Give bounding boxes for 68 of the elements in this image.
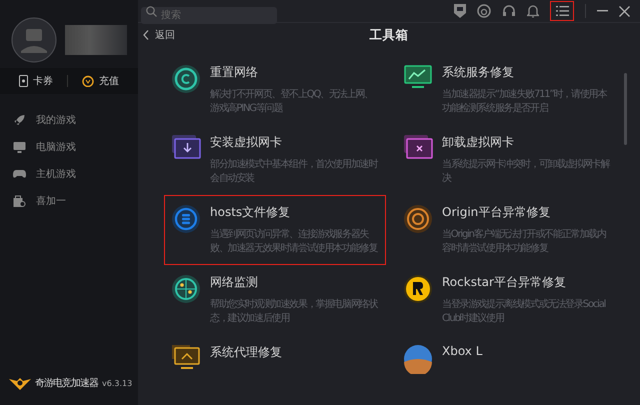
- refresh-circle-icon: [171, 64, 201, 94]
- tool-item[interactable]: hosts文件修复 当遇到网页访问异常、连接游戏服务器失败、加速器无效果时请尝试使用本功能修复: [164, 195, 386, 265]
- tool-item[interactable]: 网络监测 帮助您实时观测加速效果，掌握电脑网络状态，建议加速后使用: [164, 265, 386, 335]
- chevron-left-icon: [143, 30, 149, 40]
- avatar-icon[interactable]: [11, 17, 57, 63]
- menu-icon: [556, 6, 568, 16]
- tool-description: 当系统提示网卡冲突时，可卸载虚拟网卡解决: [442, 158, 611, 186]
- tool-description: 当登录游戏提示离线模式或无法登录Social Club时建议使用: [442, 298, 606, 326]
- letter-logo-icon: [403, 274, 433, 304]
- download-card-icon: [171, 134, 201, 160]
- tool-title: 网络监测: [210, 274, 259, 291]
- monitor-icon: [171, 344, 201, 372]
- radar-icon: [171, 274, 201, 304]
- tool-item[interactable]: 安装虚拟网卡 部分加速模式中基本组件，首次使用加速时会自动安装: [164, 125, 386, 195]
- tool-item[interactable]: Origin平台异常修复 当Origin客户端无法打开或不能正常加载内容时请尝试使用本功能修复: [396, 195, 618, 265]
- tool-title: Xbox L: [442, 344, 482, 358]
- page-title: 工具箱: [370, 26, 408, 44]
- tool-description: 解决打不开网页、登不上QQ、无法上网、游戏高PING等问题: [210, 88, 374, 116]
- nav-item[interactable]: 主机游戏: [13, 165, 138, 183]
- tool-title: 系统代理修复: [210, 344, 282, 361]
- wallet-button[interactable]: 卡券: [19, 74, 53, 88]
- game-cover-placeholder: [403, 344, 433, 374]
- monitor-icon: [13, 142, 26, 152]
- tool-description: 当遇到网页访问异常、连接游戏服务器失败、加速器无效果时请尝试使用本功能修复: [210, 228, 379, 256]
- tool-description: 当加速器提示“加速失败711”时，请使用本功能检测系统服务是否开启: [442, 88, 608, 116]
- close-icon[interactable]: [619, 6, 630, 17]
- wing-logo-icon: [9, 375, 31, 391]
- tool-description: 当Origin客户端无法打开或不能正常加载内容时请尝试使用本功能修复: [442, 228, 607, 256]
- search-field[interactable]: 搜索: [141, 6, 277, 24]
- headset-icon[interactable]: [502, 4, 516, 18]
- bell-icon[interactable]: [527, 4, 539, 18]
- tool-title: 卸载虚拟网卡: [442, 134, 515, 151]
- tool-item[interactable]: 重置网络 解决打不开网页、登不上QQ、无法上网、游戏高PING等问题: [164, 55, 386, 125]
- bag-icon: [13, 195, 26, 207]
- circle-logo-icon[interactable]: [477, 4, 491, 18]
- wallet-button[interactable]: 充值: [82, 74, 119, 88]
- tool-item[interactable]: 系统代理修复: [164, 335, 386, 405]
- shield-icon[interactable]: [454, 4, 466, 18]
- tool-title: Origin平台异常修复: [442, 204, 552, 221]
- brand-name: 奇游电竞加速器: [35, 376, 98, 390]
- tool-title: 安装虚拟网卡: [210, 134, 283, 151]
- tool-title: Rockstar平台异常修复: [442, 274, 567, 291]
- coin-icon: [82, 75, 94, 87]
- database-circle-icon: [171, 204, 201, 234]
- minimize-icon[interactable]: [597, 10, 608, 12]
- blurred-username: [65, 25, 127, 55]
- gamepad-icon: [13, 170, 26, 178]
- version-label: v6.3.13: [102, 378, 132, 388]
- nav-item[interactable]: 喜加一: [13, 192, 138, 210]
- tool-description: 部分加速模式中基本组件，首次使用加速时会自动安装: [210, 158, 379, 186]
- rocket-icon: [13, 114, 26, 126]
- tool-item[interactable]: 卸载虚拟网卡 当系统提示网卡冲突时，可卸载虚拟网卡解决: [396, 125, 618, 195]
- nav-item[interactable]: 我的游戏: [13, 111, 138, 129]
- tool-description: 帮助您实时观测加速效果，掌握电脑网络状态，建议加速后使用: [210, 298, 379, 326]
- nav-item[interactable]: 电脑游戏: [13, 138, 138, 156]
- tool-item[interactable]: 系统服务修复 当加速器提示“加速失败711”时，请使用本功能检测系统服务是否开启: [396, 55, 618, 125]
- ring-circle-icon: [403, 204, 433, 234]
- coupon-icon: [19, 75, 28, 87]
- scrollbar[interactable]: [624, 73, 627, 145]
- tool-item[interactable]: Xbox L: [396, 335, 618, 405]
- back-button[interactable]: 返回: [143, 28, 175, 42]
- search-icon: [146, 6, 157, 17]
- tool-title: hosts文件修复: [210, 204, 292, 221]
- tool-item[interactable]: Rockstar平台异常修复 当登录游戏提示离线模式或无法登录Social Club时建议使用: [396, 265, 618, 335]
- remove-card-icon: [403, 134, 433, 160]
- tool-title: 系统服务修复: [442, 64, 515, 81]
- tool-title: 重置网络: [210, 64, 259, 81]
- menu-button[interactable]: [550, 1, 574, 22]
